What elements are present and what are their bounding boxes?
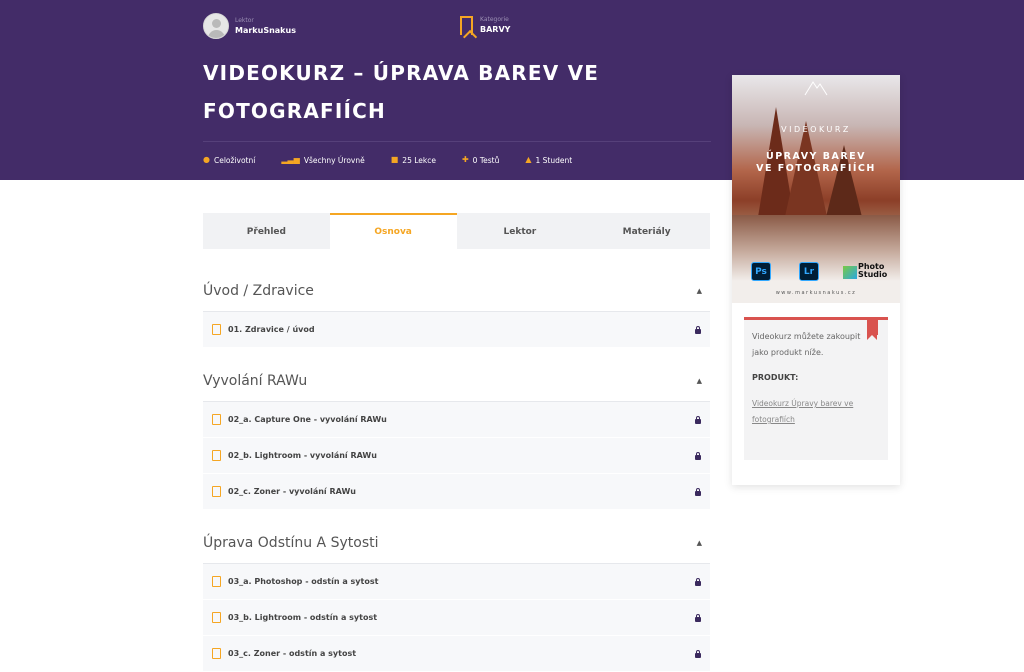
stat-students: ▲ 1 Student — [525, 155, 572, 165]
document-icon — [212, 648, 221, 659]
lesson-row[interactable]: 03_c. Zoner - odstín a sytost — [203, 636, 710, 672]
cover-title: ÚPRAVY BAREV VE FOTOGRAFIÍCH — [732, 151, 900, 175]
zoner-label: Photo Studio — [858, 262, 888, 279]
document-icon — [212, 576, 221, 587]
stat-label: Všechny Úrovně — [303, 155, 365, 165]
tab-lektor[interactable]: Lektor — [456, 213, 584, 249]
stat-quizzes: ✚ 0 Testů — [462, 155, 499, 165]
lesson-title[interactable]: 03_b. Lightroom - odstín a sytost — [228, 613, 695, 622]
lesson-title[interactable]: 03_c. Zoner - odstín a sytost — [228, 649, 695, 658]
product-heading: PRODUKT: — [752, 373, 799, 382]
category-name[interactable]: BARVY — [480, 24, 510, 35]
curriculum: Úvod / Zdravice ▲ 01. Zdravice / úvod Vy… — [203, 270, 710, 672]
lock-icon — [695, 487, 701, 496]
cover-title-line: ÚPRAVY BAREV — [766, 151, 866, 162]
lock-icon — [695, 577, 701, 586]
lesson-row[interactable]: 02_c. Zoner - vyvolání RAWu — [203, 474, 710, 510]
document-icon — [212, 612, 221, 623]
brand-logo-icon — [804, 81, 828, 96]
course-tabs: Přehled Osnova Lektor Materiály — [203, 213, 710, 249]
header-divider — [203, 141, 711, 142]
stat-label: 1 Student — [535, 155, 573, 165]
files-icon: ■ — [390, 155, 399, 164]
document-icon — [212, 324, 221, 335]
section-title: Úprava Odstínu A Sytosti — [203, 534, 379, 551]
section-title: Vyvolání RAWu — [203, 372, 308, 389]
cover-website: www.markusnakus.cz — [775, 290, 857, 296]
lesson-title[interactable]: 02_b. Lightroom - vyvolání RAWu — [228, 451, 695, 460]
tab-materialy[interactable]: Materiály — [583, 213, 710, 249]
puzzle-icon: ✚ — [461, 155, 469, 164]
lock-icon — [695, 649, 701, 658]
stat-label: 25 Lekce — [402, 155, 436, 165]
section-header[interactable]: Úprava Odstínu A Sytosti ▲ — [203, 522, 710, 564]
lesson-row[interactable]: 02_b. Lightroom - vyvolání RAWu — [203, 438, 710, 474]
stat-duration: ● Celoživotní — [203, 155, 255, 165]
page-title: VIDEOKURZ – ÚPRAVA BAREV VE FOTOGRAFIÍCH — [203, 61, 600, 123]
cover-kicker: VIDEOKURZ — [781, 125, 851, 134]
course-cover-image: VIDEOKURZ ÚPRAVY BAREV VE FOTOGRAFIÍCH P… — [732, 75, 900, 303]
tab-osnova[interactable]: Osnova — [329, 213, 457, 249]
photoshop-icon: Ps — [751, 262, 771, 281]
cover-title-line: VE FOTOGRAFIÍCH — [756, 163, 876, 174]
levels-icon: ▂▃▅ — [281, 155, 300, 164]
category-meta[interactable]: Kategorie BARVY — [460, 16, 510, 35]
caret-up-icon[interactable]: ▲ — [697, 287, 702, 295]
lock-icon — [695, 451, 701, 460]
stat-level: ▂▃▅ Všechny Úrovně — [281, 155, 364, 165]
lock-icon — [695, 325, 701, 334]
lock-icon — [695, 613, 701, 622]
lesson-row[interactable]: 01. Zdravice / úvod — [203, 312, 710, 348]
lektor-name[interactable]: MarkuSnakus — [235, 25, 296, 36]
stat-label: 0 Testů — [472, 155, 500, 165]
caret-up-icon[interactable]: ▲ — [697, 539, 702, 547]
lektor-label: Lektor — [235, 16, 254, 24]
lightroom-icon: Lr — [799, 262, 819, 281]
course-sidebar-card: VIDEOKURZ ÚPRAVY BAREV VE FOTOGRAFIÍCH P… — [732, 75, 900, 485]
notice-text: Videokurz můžete zakoupit jako produkt n… — [752, 332, 861, 357]
document-icon — [212, 450, 221, 461]
category-label: Kategorie — [480, 16, 509, 23]
section-title: Úvod / Zdravice — [203, 282, 314, 299]
lesson-title[interactable]: 01. Zdravice / úvod — [228, 325, 695, 334]
course-stats: ● Celoživotní ▂▃▅ Všechny Úrovně ■ 25 Lekce… — [203, 155, 598, 165]
tab-prehled[interactable]: Přehled — [203, 213, 330, 249]
lesson-row[interactable]: 03_a. Photoshop - odstín a sytost — [203, 564, 710, 600]
lektor-meta[interactable]: Lektor MarkuSnakus — [203, 13, 296, 39]
product-link[interactable]: Videokurz Úpravy barev ve fotografiích — [752, 396, 862, 428]
section-header[interactable]: Vyvolání RAWu ▲ — [203, 360, 710, 402]
ribbon-icon — [867, 317, 878, 340]
lesson-title[interactable]: 02_c. Zoner - vyvolání RAWu — [228, 487, 695, 496]
lesson-title[interactable]: 03_a. Photoshop - odstín a sytost — [228, 577, 695, 586]
purchase-notice: Videokurz můžete zakoupit jako produkt n… — [744, 317, 888, 460]
document-icon — [212, 486, 221, 497]
clock-icon: ● — [203, 155, 210, 164]
document-icon — [212, 414, 221, 425]
bookmark-icon — [460, 16, 473, 35]
section-header[interactable]: Úvod / Zdravice ▲ — [203, 270, 710, 312]
zoner-photo-studio-icon: Photo Studio — [843, 263, 889, 281]
lesson-title[interactable]: 02_a. Capture One - vyvolání RAWu — [228, 415, 695, 424]
lock-icon — [695, 415, 701, 424]
stat-label: Celoživotní — [213, 155, 256, 165]
stat-lessons: ■ 25 Lekce — [391, 155, 436, 165]
lesson-row[interactable]: 03_b. Lightroom - odstín a sytost — [203, 600, 710, 636]
avatar[interactable] — [203, 13, 229, 39]
lesson-row[interactable]: 02_a. Capture One - vyvolání RAWu — [203, 402, 710, 438]
graduate-icon: ▲ — [525, 155, 532, 164]
caret-up-icon[interactable]: ▲ — [697, 377, 702, 385]
